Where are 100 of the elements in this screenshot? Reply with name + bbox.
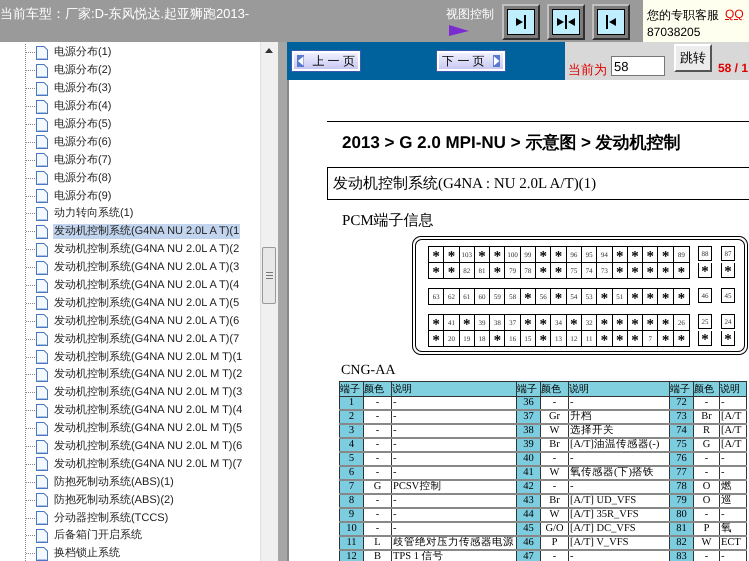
tree-item[interactable]: 发动机控制系统(G4NA NU 2.0L M T)(1 <box>53 350 244 365</box>
tree-item[interactable]: 发动机控制系统(G4NA NU 2.0L A T)(3 <box>53 260 240 276</box>
support-label: 您的专职客服 <box>647 7 719 24</box>
pin-cell: * <box>460 315 475 330</box>
page-icon <box>36 368 48 382</box>
table-cell: - <box>364 522 392 536</box>
pin-cell: * <box>429 315 444 330</box>
table-cell: [A/T] DC_VFS <box>568 522 670 536</box>
table-cell: - <box>720 466 746 480</box>
pin-cell: * <box>551 289 567 304</box>
tree-item[interactable]: 发动机控制系统(G4NA NU 2.0L A T)(2 <box>53 242 240 258</box>
page-icon <box>36 242 48 257</box>
pin-cell: * <box>444 247 460 262</box>
tree-item[interactable]: 换档锁止系统 <box>53 546 121 561</box>
tree-item[interactable]: 发动机控制系统(G4NA NU 2.0L A T)(5 <box>53 296 240 311</box>
table-cell: [A/T] UD_VFS <box>568 494 670 508</box>
page-icon <box>36 314 48 328</box>
pin-cell-text: * <box>676 332 686 346</box>
tree-item[interactable]: 电源分布(3) <box>53 81 112 96</box>
table-cell: - <box>392 410 516 424</box>
table-cell: 10 <box>340 522 364 536</box>
table-cell: PCSV控制 <box>392 480 516 494</box>
table-cell: Br <box>540 438 568 452</box>
pin-cell: * <box>643 247 658 262</box>
scrollbar-thumb[interactable] <box>262 247 276 304</box>
pin-cell: * <box>628 289 644 304</box>
scroll-up-icon[interactable] <box>265 48 273 53</box>
table-cell: W <box>540 508 568 522</box>
pin-cell: * <box>698 331 712 346</box>
tree-item[interactable]: 发动机控制系统(G4NA NU 2.0L M T)(6 <box>53 439 244 454</box>
table-cell: P <box>694 522 720 536</box>
tree-item[interactable]: 动力转向系统(1) <box>53 206 134 222</box>
tree-item[interactable]: 发动机控制系统(G4NA NU 2.0L M T)(3 <box>53 385 244 400</box>
connector-title: PCM端子信息 <box>342 212 435 230</box>
breadcrumb-heading: 2013 > G 2.0 MPI-NU > 示意图 > 发动机控制 <box>342 132 682 154</box>
view-toggle-button[interactable] <box>592 4 630 40</box>
table-cell: - <box>540 396 568 410</box>
pin-cell: * <box>474 247 490 262</box>
view-toggle-button[interactable] <box>502 4 540 40</box>
tree-item[interactable]: 发动机控制系统(G4NA NU 2.0L A T)(6 <box>53 314 240 329</box>
tree-item[interactable]: 防抱死制动系统(ABS)(1) <box>53 474 175 490</box>
tree-item[interactable]: 发动机控制系统(G4NA NU 2.0L M T)(4 <box>53 403 244 418</box>
table-cell: - <box>720 396 746 410</box>
table-cell: 8 <box>340 494 364 508</box>
tree-item[interactable]: 发动机控制系统(G4NA NU 2.0L A T)(1 <box>53 224 240 240</box>
jump-button[interactable]: 跳转 <box>674 44 712 72</box>
tree-item[interactable]: 电源分布(7) <box>53 152 112 168</box>
view-toggle-button[interactable] <box>547 4 585 40</box>
pin-cell: * <box>536 331 552 346</box>
pin-cell: * <box>536 247 552 262</box>
pin-cell: * <box>612 263 628 278</box>
tree-item[interactable]: 后备箱门开启系统 <box>53 528 143 544</box>
tree-item[interactable]: 分动器控制系统(TCCS) <box>53 510 170 526</box>
pin-cell: * <box>698 263 712 278</box>
tree-item[interactable]: 电源分布(2) <box>53 63 112 78</box>
page-icon <box>36 153 48 168</box>
tree-item[interactable]: 发动机控制系统(G4NA NU 2.0L M T)(2 <box>53 367 244 382</box>
scrollbar[interactable] <box>260 42 278 561</box>
table-cell: Br <box>540 494 568 508</box>
table-cell: 歧管绝对压力传感器电源 <box>392 536 516 550</box>
page-icon <box>36 296 48 310</box>
pin-cell: * <box>643 315 658 330</box>
table-cell: [A/T <box>720 424 746 438</box>
view-control-label: 视图控制 <box>446 6 494 23</box>
tree-item[interactable]: 电源分布(4) <box>53 99 112 114</box>
page-icon <box>36 260 48 275</box>
table-cell: - <box>392 466 516 480</box>
tree-item[interactable]: 电源分布(5) <box>53 117 112 132</box>
page-number-field[interactable]: 58 <box>611 56 665 76</box>
tree-item[interactable]: 发动机控制系统(G4NA NU 2.0L A T)(4 <box>53 278 240 294</box>
tree-item[interactable]: 发动机控制系统(G4NA NU 2.0L A T)(7 <box>53 332 240 347</box>
table-cell: 巡 <box>720 494 746 508</box>
previous-page-button[interactable]: 上 一 页 <box>292 51 360 71</box>
pin-cell: * <box>612 315 628 330</box>
header-cell: 颜色 <box>364 382 392 396</box>
page-icon <box>36 475 48 490</box>
tree-item[interactable]: 电源分布(8) <box>53 170 112 186</box>
table-cell: - <box>364 452 392 466</box>
page-icon <box>36 171 48 186</box>
tree-item[interactable]: 防抱死制动系统(ABS)(2) <box>53 492 175 508</box>
tree-item[interactable]: 发动机控制系统(G4NA NU 2.0L M T)(7 <box>53 456 244 472</box>
pin-cell: * <box>643 263 658 278</box>
table-cell: 氧 <box>720 522 746 536</box>
page-icon <box>36 511 48 526</box>
tree-item[interactable]: 电源分布(6) <box>53 134 112 150</box>
pin-cell: * <box>536 263 552 278</box>
table-cell: [A/T <box>720 410 746 424</box>
pin-cell-text: * <box>676 264 686 278</box>
pin-cell: * <box>658 247 674 262</box>
tree-item[interactable]: 电源分布(1) <box>53 45 112 60</box>
pin-cell: * <box>536 315 552 330</box>
table-cell: - <box>364 494 392 508</box>
pin-cell: * <box>628 315 644 330</box>
tree-item[interactable]: 电源分布(9) <box>53 188 112 204</box>
pin-cell: * <box>429 247 444 262</box>
pin-cell: * <box>429 263 444 278</box>
pin-cell: * <box>721 263 735 278</box>
next-page-button[interactable]: 下 一 页 <box>437 51 505 71</box>
tree-item[interactable]: 发动机控制系统(G4NA NU 2.0L M T)(5 <box>53 421 244 436</box>
qq-link[interactable]: QQ <box>725 7 744 24</box>
